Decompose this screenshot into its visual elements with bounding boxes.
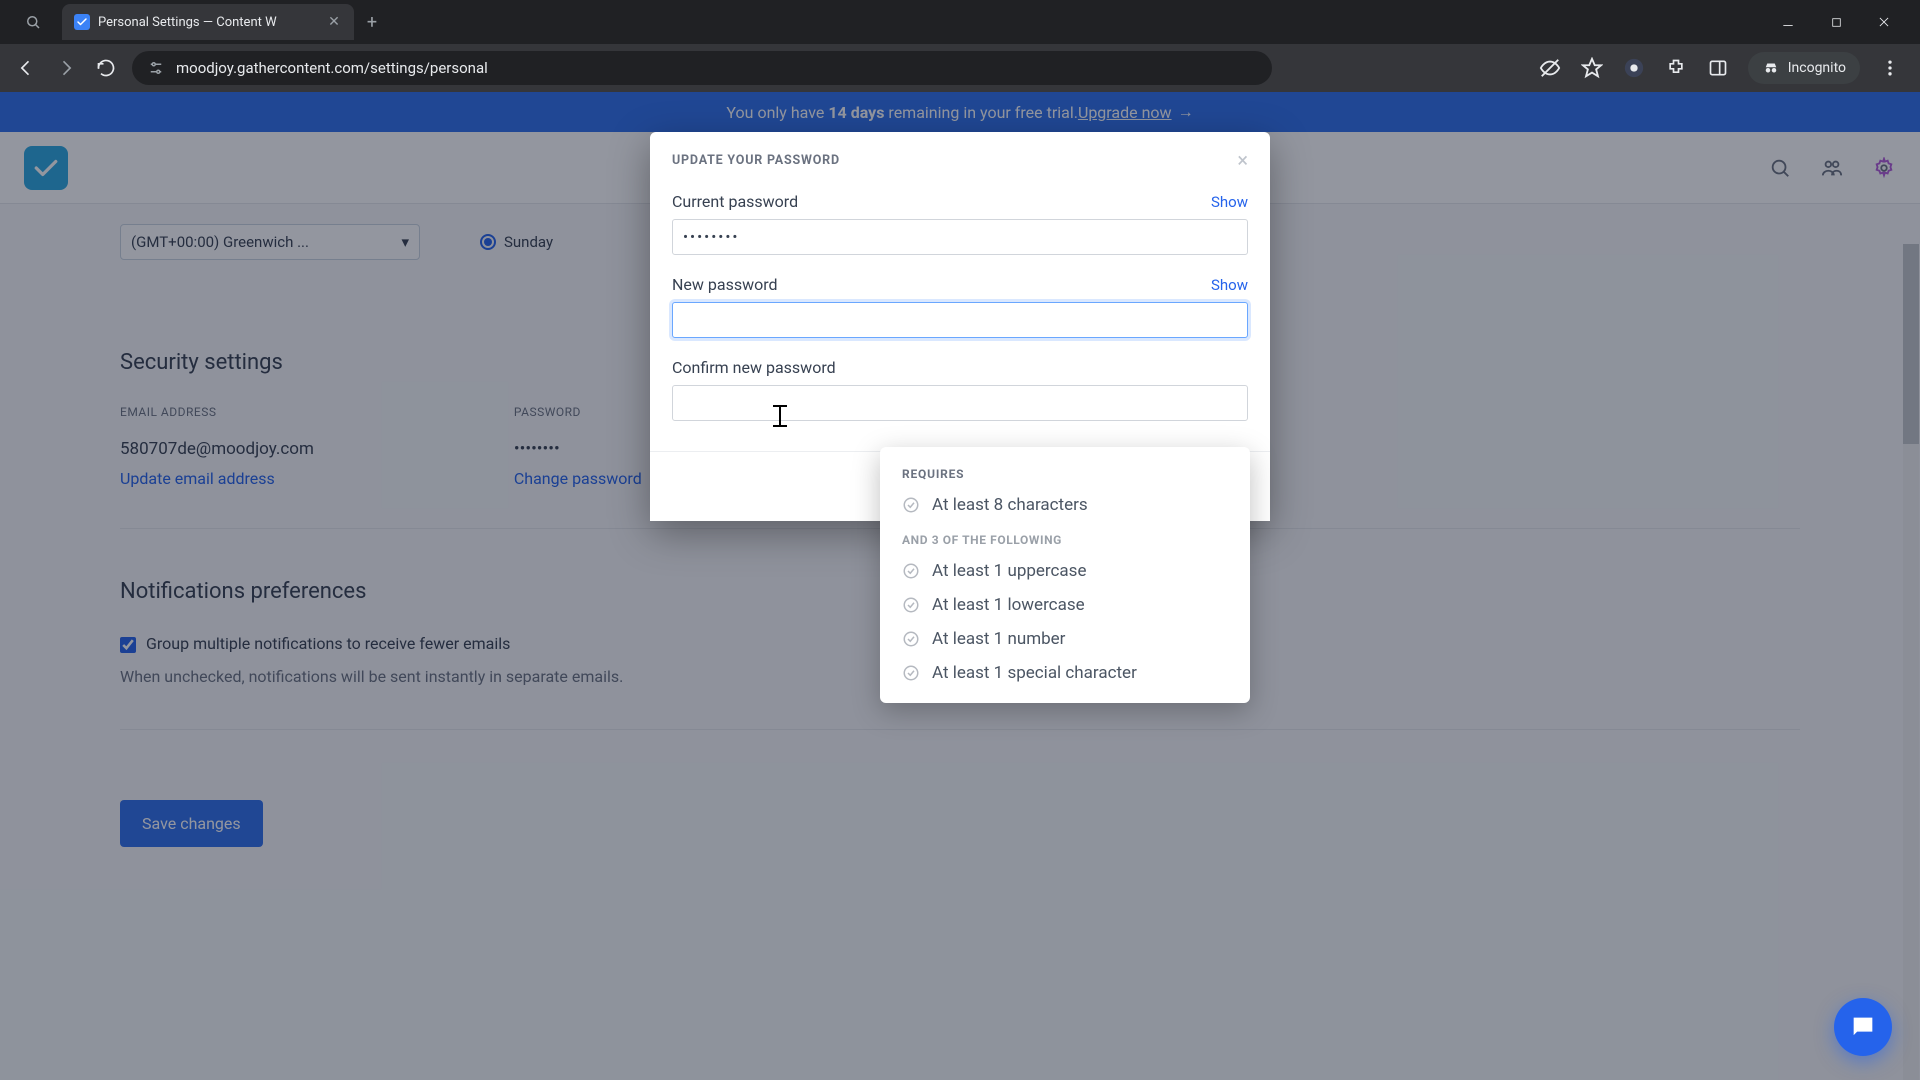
requirement-item: At least 1 number bbox=[932, 629, 1065, 649]
eye-off-icon[interactable] bbox=[1538, 56, 1562, 80]
check-circle-icon bbox=[902, 664, 920, 682]
new-password-label: New password bbox=[672, 275, 778, 294]
url-box[interactable]: moodjoy.gathercontent.com/settings/perso… bbox=[132, 51, 1272, 85]
nav-forward-icon bbox=[52, 54, 80, 82]
tab-bar: Personal Settings — Content W ✕ + bbox=[0, 0, 1920, 44]
confirm-password-label: Confirm new password bbox=[672, 358, 836, 377]
extensions-icon[interactable] bbox=[1664, 56, 1688, 80]
profile-icon[interactable] bbox=[1622, 56, 1646, 80]
check-circle-icon bbox=[902, 596, 920, 614]
window-close-icon[interactable] bbox=[1872, 10, 1896, 34]
incognito-badge[interactable]: Incognito bbox=[1748, 52, 1860, 84]
password-requirements-popover: REQUIRES At least 8 characters AND 3 OF … bbox=[880, 447, 1250, 703]
requirements-sub-heading: AND 3 OF THE FOLLOWING bbox=[902, 533, 1228, 547]
tab-close-icon[interactable]: ✕ bbox=[326, 14, 342, 30]
current-password-input[interactable] bbox=[672, 219, 1248, 255]
bookmark-star-icon[interactable] bbox=[1580, 56, 1604, 80]
url-text: moodjoy.gathercontent.com/settings/perso… bbox=[176, 59, 488, 77]
tab-search-icon[interactable] bbox=[8, 4, 58, 40]
tab-favicon-icon bbox=[74, 14, 90, 30]
address-bar: moodjoy.gathercontent.com/settings/perso… bbox=[0, 44, 1920, 92]
check-circle-icon bbox=[902, 562, 920, 580]
current-password-label: Current password bbox=[672, 192, 798, 211]
requirement-item: At least 1 special character bbox=[932, 663, 1137, 683]
incognito-label: Incognito bbox=[1788, 60, 1846, 76]
window-minimize-icon[interactable] bbox=[1776, 10, 1800, 34]
show-current-password-link[interactable]: Show bbox=[1211, 193, 1248, 211]
browser-chrome: Personal Settings — Content W ✕ + bbox=[0, 0, 1920, 92]
nav-back-icon[interactable] bbox=[12, 54, 40, 82]
confirm-password-input[interactable] bbox=[672, 385, 1248, 421]
sidepanel-icon[interactable] bbox=[1706, 56, 1730, 80]
tab-title: Personal Settings — Content W bbox=[98, 15, 318, 30]
site-settings-icon[interactable] bbox=[146, 58, 166, 78]
window-controls bbox=[1776, 10, 1912, 34]
requirement-item: At least 1 uppercase bbox=[932, 561, 1086, 581]
modal-title: UPDATE YOUR PASSWORD bbox=[672, 153, 840, 168]
browser-tab[interactable]: Personal Settings — Content W ✕ bbox=[62, 4, 354, 40]
requirement-primary: At least 8 characters bbox=[932, 495, 1088, 515]
browser-menu-icon[interactable] bbox=[1878, 56, 1902, 80]
window-maximize-icon[interactable] bbox=[1824, 10, 1848, 34]
nav-reload-icon[interactable] bbox=[92, 54, 120, 82]
new-password-input[interactable] bbox=[672, 302, 1248, 338]
check-circle-icon bbox=[902, 630, 920, 648]
chat-fab[interactable] bbox=[1834, 998, 1892, 1056]
show-new-password-link[interactable]: Show bbox=[1211, 276, 1248, 294]
check-circle-icon bbox=[902, 496, 920, 514]
requirements-heading: REQUIRES bbox=[902, 467, 1228, 481]
new-tab-button[interactable]: + bbox=[358, 8, 386, 36]
modal-close-icon[interactable]: × bbox=[1237, 150, 1248, 170]
requirement-item: At least 1 lowercase bbox=[932, 595, 1085, 615]
page-viewport: You only have 14 days remaining in your … bbox=[0, 92, 1920, 1080]
